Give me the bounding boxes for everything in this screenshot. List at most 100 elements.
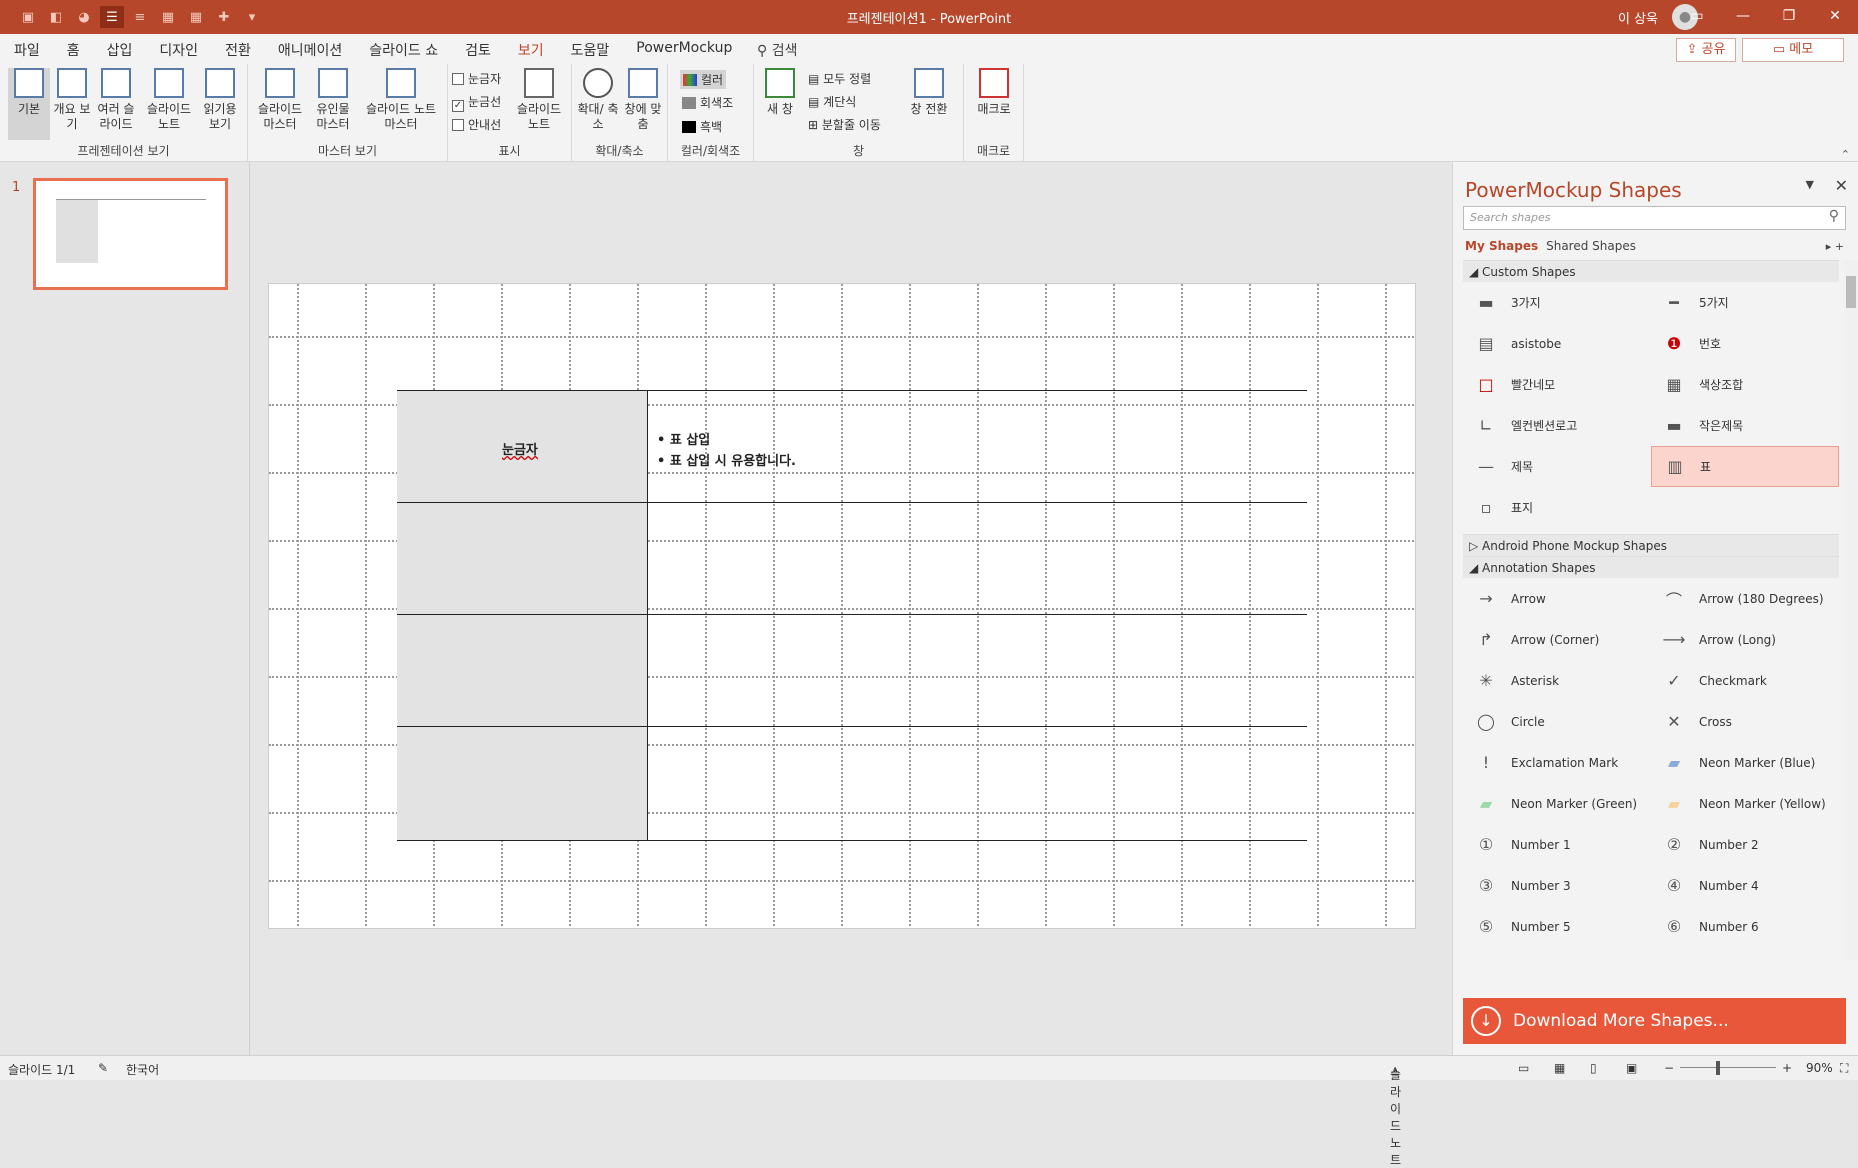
arrange-all-button[interactable]: ▤ 모두 정렬 bbox=[808, 70, 871, 87]
ruler-checkbox[interactable]: 눈금자 bbox=[452, 70, 501, 87]
blackwhite-button[interactable]: 흑백 bbox=[682, 118, 722, 135]
annotation-item[interactable]: ▰ Neon Marker (Green) bbox=[1463, 783, 1651, 824]
tab-shared-shapes[interactable]: Shared Shapes bbox=[1546, 239, 1636, 253]
section-android[interactable]: ▷ Android Phone Mockup Shapes bbox=[1463, 534, 1839, 556]
table-cell-title[interactable]: 눈금자 bbox=[502, 439, 538, 458]
notes-button[interactable]: 슬라이드 노트 bbox=[514, 68, 564, 132]
gridlines-checkbox[interactable]: ✓ 눈금선 bbox=[452, 93, 501, 112]
slide-thumbnail[interactable] bbox=[33, 178, 228, 290]
notes-page-button[interactable]: 슬라이드 노트 bbox=[142, 68, 196, 132]
shape-item[interactable]: ∟ 엘컨벤션로고 bbox=[1463, 405, 1651, 446]
close-pane-icon[interactable]: ✕ bbox=[1835, 176, 1848, 195]
normal-view-button[interactable]: 기본 bbox=[8, 68, 50, 140]
shape-item[interactable]: ❶ 번호 bbox=[1651, 323, 1839, 364]
annotation-item[interactable]: ⌒ Arrow (180 Degrees) bbox=[1651, 578, 1839, 619]
minimize-icon[interactable]: — bbox=[1720, 0, 1766, 34]
collapse-ribbon-icon[interactable]: ⌃ bbox=[1841, 148, 1850, 161]
zoom-out-icon[interactable]: − bbox=[1664, 1061, 1674, 1075]
sorter-view-icon[interactable]: ▦ bbox=[1554, 1061, 1565, 1075]
zoom-in-icon[interactable]: + bbox=[1782, 1061, 1792, 1075]
notes-master-button[interactable]: 슬라이드 노트 마스터 bbox=[360, 68, 442, 132]
menu-tab[interactable]: 검토 bbox=[465, 40, 491, 67]
shape-item[interactable]: ▫ 표지 bbox=[1463, 487, 1651, 528]
reading-view-icon[interactable]: ▯ bbox=[1590, 1061, 1597, 1075]
annotation-item[interactable]: ⑥ Number 6 bbox=[1651, 906, 1839, 947]
menu-tab[interactable]: 애니메이션 bbox=[278, 40, 342, 67]
table-cell-bullet[interactable]: • 표 삽입 시 유용합니다. bbox=[657, 450, 796, 469]
annotation-item[interactable]: ✳ Asterisk bbox=[1463, 660, 1651, 701]
shape-item[interactable]: □ 빨간네모 bbox=[1463, 364, 1651, 405]
grayscale-button[interactable]: 회색조 bbox=[682, 94, 733, 111]
macro-button[interactable]: 매크로 bbox=[970, 68, 1018, 117]
shape-item[interactable]: ▥ 표 bbox=[1651, 446, 1839, 487]
annotation-item[interactable]: ✓ Checkmark bbox=[1651, 660, 1839, 701]
zoom-slider[interactable] bbox=[1680, 1067, 1776, 1068]
zoom-button[interactable]: 확대/ 축소 bbox=[576, 68, 620, 132]
annotation-item[interactable]: ⑤ Number 5 bbox=[1463, 906, 1651, 947]
annotation-item[interactable]: ✕ Cross bbox=[1651, 701, 1839, 742]
ribbon-display-icon[interactable]: ▭ bbox=[1674, 0, 1720, 34]
outline-view-button[interactable]: 개요 보기 bbox=[52, 68, 92, 132]
zoom-slider-thumb[interactable] bbox=[1716, 1061, 1720, 1075]
menu-tab[interactable]: PowerMockup bbox=[636, 40, 732, 67]
annotation-item[interactable]: ⑧Number 8 bbox=[1651, 947, 1839, 960]
shape-item[interactable]: ▬ 3가지 bbox=[1463, 282, 1651, 323]
menu-tab[interactable]: 도움말 bbox=[571, 40, 610, 67]
slide-canvas[interactable]: 눈금자 • 표 삽입 • 표 삽입 시 유용합니다. bbox=[268, 283, 1416, 929]
tell-me-search[interactable]: ⚲ 검색 bbox=[757, 40, 797, 60]
pane-options-icon[interactable]: ▼ bbox=[1806, 178, 1814, 191]
annotation-item[interactable]: ⟶ Arrow (Long) bbox=[1651, 619, 1839, 660]
shape-item[interactable]: ▤ asistobe bbox=[1463, 323, 1651, 364]
restore-icon[interactable]: ❐ bbox=[1766, 0, 1812, 34]
menu-tab[interactable]: 보기 bbox=[517, 40, 544, 67]
menu-tab[interactable]: 홈 bbox=[67, 40, 80, 67]
shape-item[interactable]: — 제목 bbox=[1463, 446, 1651, 487]
slideshow-icon[interactable]: ▣ bbox=[1626, 1061, 1637, 1075]
spellcheck-icon[interactable]: ✎ bbox=[98, 1061, 108, 1075]
add-tab-icon[interactable]: ▸ + bbox=[1826, 240, 1844, 253]
move-split-button[interactable]: ⊞ 분할줄 이동 bbox=[808, 116, 881, 133]
tab-my-shapes[interactable]: My Shapes bbox=[1465, 239, 1538, 253]
memo-button[interactable]: ▭ 메모 bbox=[1742, 38, 1844, 62]
annotation-item[interactable]: ② Number 2 bbox=[1651, 824, 1839, 865]
share-button[interactable]: ⇪ 공유 bbox=[1676, 38, 1736, 62]
menu-tab[interactable]: 디자인 bbox=[159, 40, 198, 67]
shape-item[interactable]: ▬ 작은제목 bbox=[1651, 405, 1839, 446]
normal-view-icon[interactable]: ▭ bbox=[1518, 1061, 1529, 1075]
zoom-level[interactable]: 90% bbox=[1806, 1061, 1833, 1075]
close-icon[interactable]: ✕ bbox=[1812, 0, 1858, 34]
cascade-button[interactable]: ▤ 계단식 bbox=[808, 93, 856, 110]
fit-slide-icon[interactable]: ⛶ bbox=[1840, 1061, 1848, 1076]
menu-tab[interactable]: 파일 bbox=[14, 40, 40, 67]
download-more-shapes-button[interactable]: ↓ Download More Shapes... bbox=[1463, 998, 1846, 1044]
reading-view-button[interactable]: 읽기용 보기 bbox=[198, 68, 242, 132]
guides-checkbox[interactable]: 안내선 bbox=[452, 116, 501, 133]
annotation-item[interactable]: → Arrow bbox=[1463, 578, 1651, 619]
slide-master-button[interactable]: 슬라이드 마스터 bbox=[256, 68, 304, 132]
section-annotation[interactable]: ◢ Annotation Shapes bbox=[1463, 556, 1839, 578]
slide-sorter-button[interactable]: 여러 슬라이드 bbox=[94, 68, 138, 132]
shape-item[interactable]: ━ 5가지 bbox=[1651, 282, 1839, 323]
annotation-item[interactable]: ↱ Arrow (Corner) bbox=[1463, 619, 1651, 660]
annotation-item[interactable]: ▰ Neon Marker (Blue) bbox=[1651, 742, 1839, 783]
menu-tab[interactable]: 삽입 bbox=[107, 40, 133, 67]
annotation-item[interactable]: ① Number 1 bbox=[1463, 824, 1651, 865]
language[interactable]: 한국어 bbox=[126, 1061, 159, 1078]
user-name[interactable]: 이 상욱 bbox=[1618, 8, 1658, 27]
pane-scrollbar[interactable] bbox=[1844, 260, 1858, 960]
menu-tab[interactable]: 전환 bbox=[225, 40, 251, 67]
shape-search-input[interactable]: Search shapes ⚲ bbox=[1463, 206, 1846, 230]
handout-master-button[interactable]: 유인물 마스터 bbox=[310, 68, 356, 132]
annotation-item[interactable]: ⑦Number 7 bbox=[1463, 947, 1651, 960]
shape-item[interactable]: ▦ 색상조합 bbox=[1651, 364, 1839, 405]
annotation-item[interactable]: ▰ Neon Marker (Yellow) bbox=[1651, 783, 1839, 824]
annotation-item[interactable]: ! Exclamation Mark bbox=[1463, 742, 1651, 783]
new-window-button[interactable]: 새 창 bbox=[764, 68, 796, 117]
switch-window-button[interactable]: 창 전환 bbox=[904, 68, 954, 117]
annotation-item[interactable]: ◯ Circle bbox=[1463, 701, 1651, 742]
annotation-item[interactable]: ④ Number 4 bbox=[1651, 865, 1839, 906]
fit-window-button[interactable]: 창에 맞춤 bbox=[622, 68, 664, 132]
section-custom[interactable]: ◢ Custom Shapes bbox=[1463, 260, 1839, 282]
color-button[interactable]: 컬러 bbox=[680, 70, 727, 89]
annotation-item[interactable]: ③ Number 3 bbox=[1463, 865, 1651, 906]
